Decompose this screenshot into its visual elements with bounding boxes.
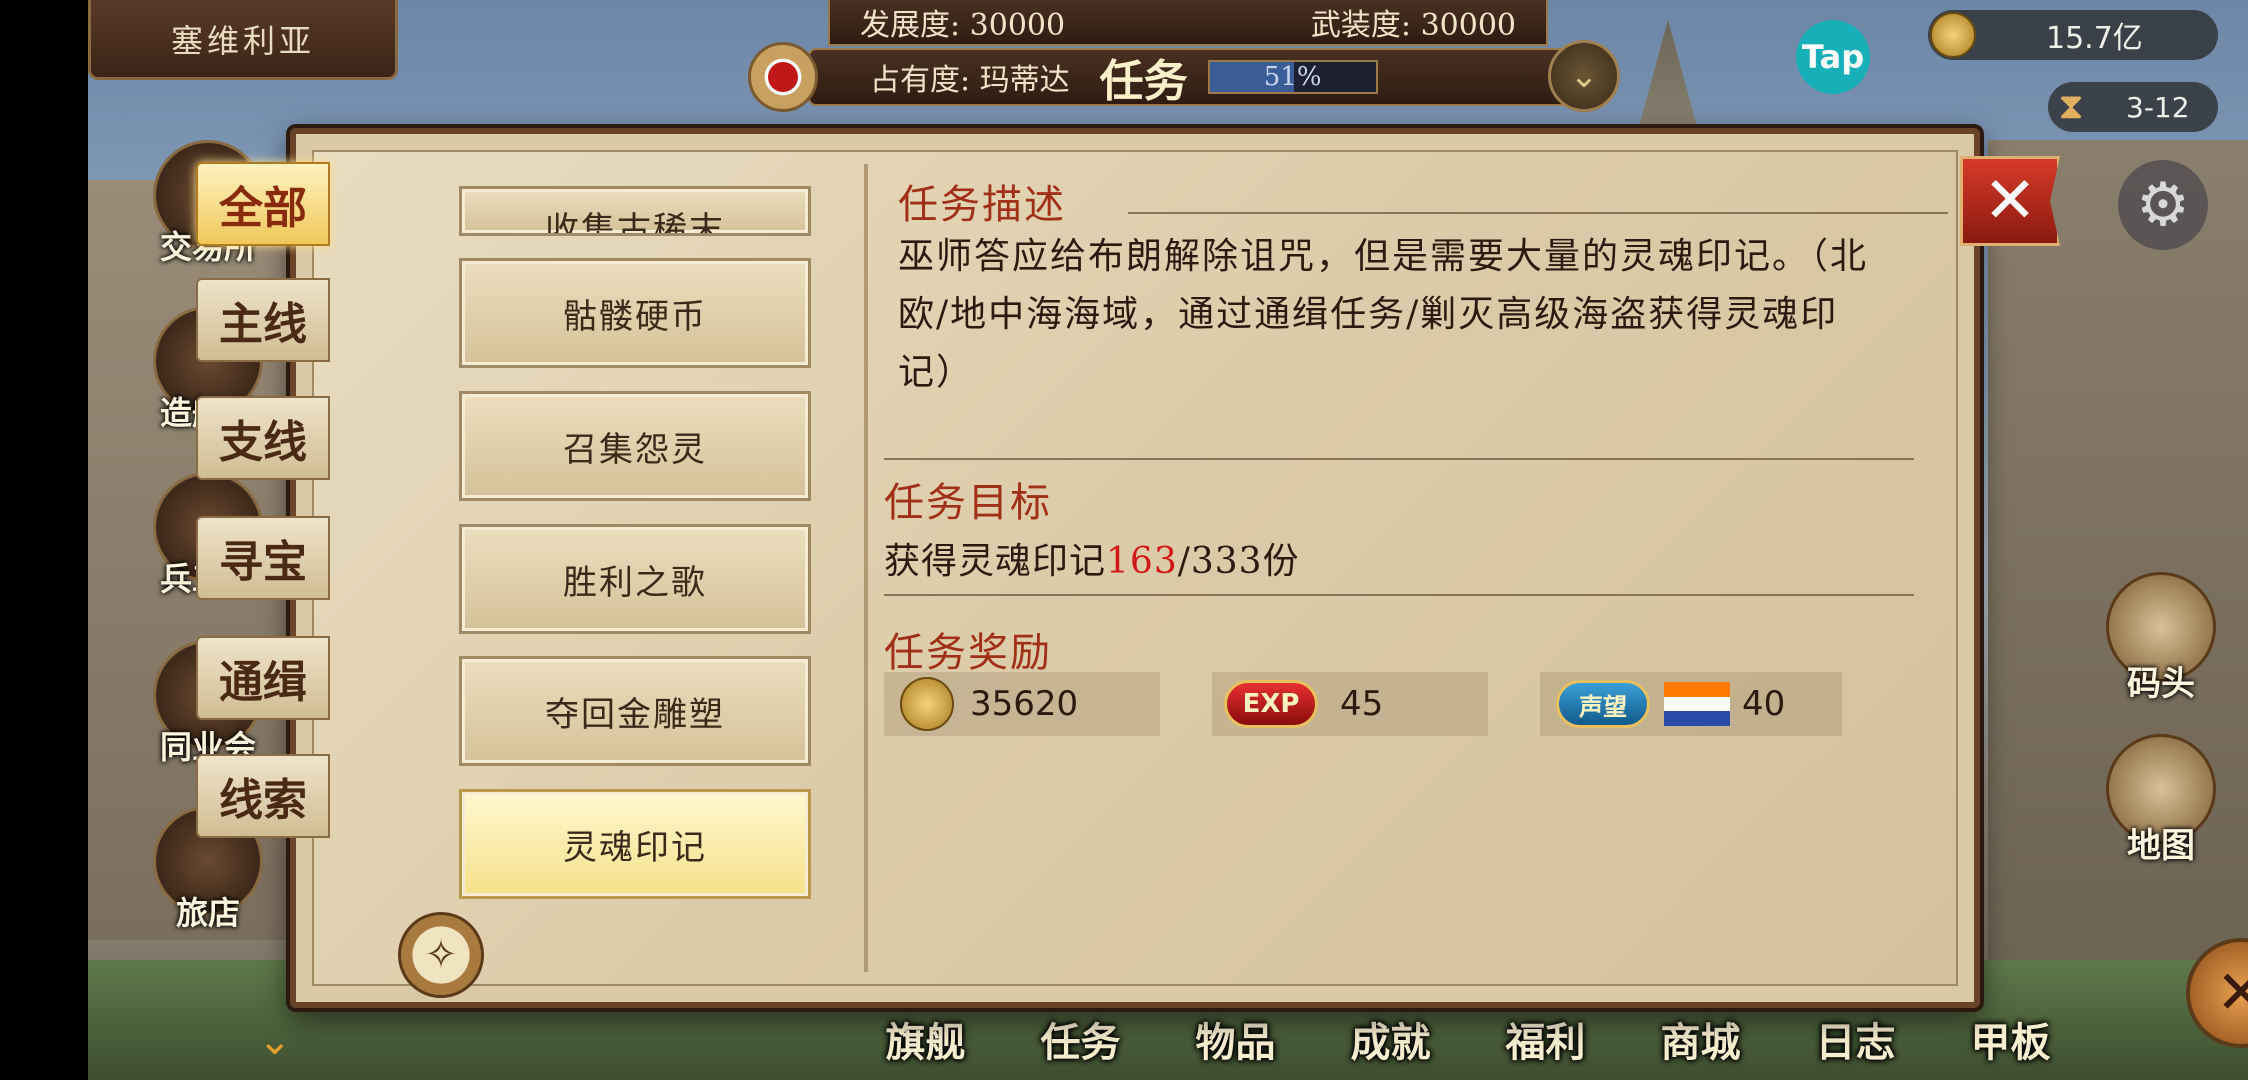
occupancy-progress: 51% [1207,60,1378,94]
quest-label: 收集古稀末 [545,210,725,236]
quest-item[interactable]: 收集古稀末 [459,186,811,236]
progress-text: 51% [1263,62,1322,92]
reward-rep-value: 40 [1742,684,1786,724]
tower-spire [1638,20,1698,130]
tap-button[interactable]: Tap [1796,20,1870,94]
development-stat: 发展度: 30000 [860,8,1066,43]
nav-shop[interactable]: 商城 [1623,1010,1778,1080]
reward-reputation: 声望 40 [1540,672,1842,736]
nav-welfare[interactable]: 福利 [1468,1010,1623,1080]
exp-icon: EXP [1224,680,1318,728]
date-value: 3-12 [2126,90,2190,124]
nav-flagship[interactable]: 旗舰 [848,1010,1003,1080]
description-title: 任务描述 [898,182,1066,228]
quest-item[interactable]: 骷髅硬币 [459,258,811,368]
gold-amount: 15.7亿 [2046,21,2143,56]
compass-icon[interactable]: ✧ [398,912,484,998]
tab-all[interactable]: 全部 [196,162,330,246]
goal-prefix: 获得灵魂印记 [884,541,1107,582]
gear-icon[interactable]: ⚙ [2118,160,2208,250]
top-status-bar: 发展度: 30000 武装度: 30000 占有度: 玛蒂达 任务 51% ⌄ [738,0,1638,112]
reward-exp: EXP 45 [1212,672,1488,736]
nation-flag-icon [1664,682,1730,727]
nation-flag-icon[interactable] [748,42,818,112]
right-button-label: 地图 [2127,826,2195,866]
tab-treasure[interactable]: 寻宝 [196,516,330,600]
quest-item[interactable]: 召集怨灵 [459,391,811,501]
quest-item[interactable]: 夺回金雕塑 [459,656,811,766]
chevron-down-icon[interactable]: ⌄ [258,1018,292,1064]
chevron-down-icon[interactable]: ⌄ [1548,40,1620,112]
goal-current: 163 [1106,541,1178,582]
city-name-banner[interactable]: 塞维利亚 [88,0,398,80]
close-icon: ✕ [1983,164,2037,238]
goal-title: 任务目标 [884,480,1052,526]
tab-side[interactable]: 支线 [196,396,330,480]
city-button-label: 旅店 [175,894,240,932]
quest-goal: 获得灵魂印记163/333份 [884,532,1300,584]
right-button-dock[interactable]: 码头 [2096,572,2226,705]
occupancy-row: 占有度: 玛蒂达 任务 51% [808,48,1578,107]
nav-quests[interactable]: 任务 [1003,1010,1158,1080]
gold-coin-icon [1930,12,1976,58]
tab-main[interactable]: 主线 [196,278,330,362]
nav-deck[interactable]: 甲板 [1933,1010,2088,1080]
tab-clue[interactable]: 线索 [196,754,330,838]
right-button-label: 码头 [2127,664,2195,704]
quest-item-selected[interactable]: 灵魂印记 [459,789,811,899]
hourglass-icon: ⧗ [2058,86,2084,127]
gold-display[interactable]: 15.7亿 [1928,10,2218,60]
reputation-icon: 声望 [1556,680,1650,728]
date-display: ⧗ 3-12 [2048,82,2218,132]
screen-title: 任务 [1099,56,1188,107]
city-name: 塞维利亚 [170,21,315,60]
nav-log[interactable]: 日志 [1778,1010,1933,1080]
divider [884,594,1914,596]
reward-gold: 35620 [884,672,1160,736]
tab-wanted[interactable]: 通缉 [196,636,330,720]
nav-items[interactable]: 物品 [1158,1010,1313,1080]
quest-item[interactable]: 胜利之歌 [459,524,811,634]
close-button[interactable]: ✕ [1960,156,2060,246]
reward-title: 任务奖励 [884,630,1052,676]
nav-achievements[interactable]: 成就 [1313,1010,1468,1080]
stat-row: 发展度: 30000 武装度: 30000 [828,0,1548,46]
bottom-nav: 旗舰 任务 物品 成就 福利 商城 日志 甲板 [848,1010,2148,1080]
goal-suffix: /333份 [1177,541,1300,582]
right-button-map[interactable]: 地图 [2096,734,2226,867]
quest-description: 巫师答应给布朗解除诅咒，但是需要大量的灵魂印记。（北欧/地中海海域，通过通缉任务… [898,236,1869,393]
gold-coin-icon [900,677,954,731]
occupancy-stat: 占有度: 玛蒂达 [870,63,1070,98]
reward-gold-value: 35620 [970,684,1079,724]
armament-stat: 武装度: 30000 [1310,8,1516,43]
divider [1128,212,1948,214]
divider [884,458,1914,460]
panel-divider [864,164,868,972]
reward-exp-value: 45 [1340,684,1384,724]
